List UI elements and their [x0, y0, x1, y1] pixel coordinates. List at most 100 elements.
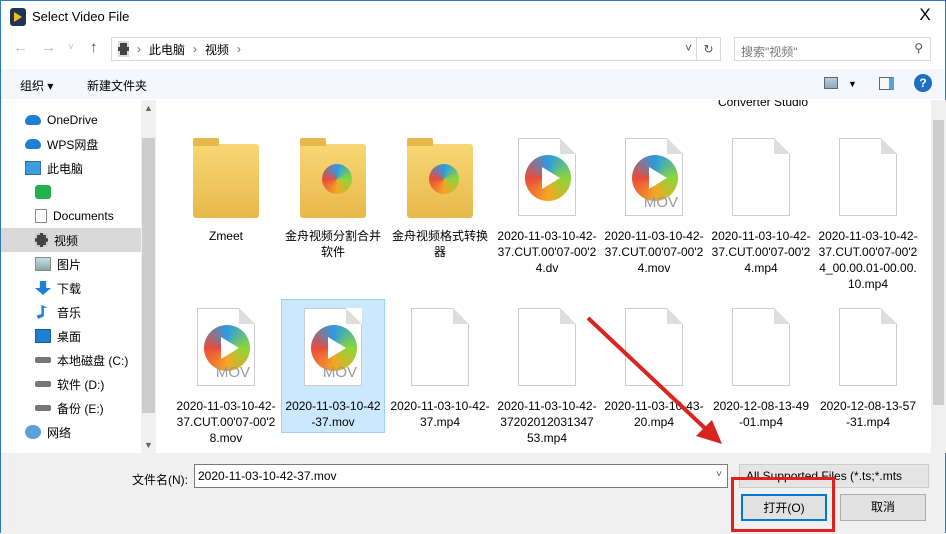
- file-name: 2020-11-03-10-42-37.CUT.00'07-00'28.mov: [176, 399, 276, 445]
- file-item[interactable]: 金舟视频格式转换器: [388, 130, 492, 262]
- network-icon: [25, 425, 41, 439]
- download-icon: [35, 281, 51, 295]
- file-item[interactable]: 2020-12-08-13-57-31.mp4: [816, 300, 920, 432]
- recent-locations-button[interactable]: ˅: [68, 42, 74, 53]
- sidebar-item[interactable]: [1, 180, 141, 204]
- folder-icon: [181, 130, 271, 226]
- music-icon: [36, 305, 48, 319]
- app-icon: [10, 8, 26, 26]
- forward-button[interactable]: →: [41, 39, 56, 56]
- file-icon: [609, 300, 699, 396]
- video-folder-icon: [35, 233, 48, 247]
- search-input[interactable]: 搜索"视频" ⚲: [734, 37, 931, 61]
- sidebar-item-label: 下载: [57, 281, 82, 296]
- file-item[interactable]: Zmeet: [174, 130, 278, 246]
- back-button[interactable]: ←: [13, 39, 28, 56]
- preview-pane-icon[interactable]: [879, 77, 894, 90]
- file-name: 2020-11-03-10-42-3720201203134753.mp4: [497, 399, 597, 445]
- sidebar-item[interactable]: Documents: [1, 204, 141, 228]
- picture-icon: [35, 257, 51, 271]
- chevron-down-icon[interactable]: ˅: [685, 41, 692, 55]
- sidebar-item-label: 本地磁盘 (C:): [57, 353, 129, 368]
- sidebar-item-label: 备份 (E:): [57, 401, 104, 416]
- file-name: 2020-11-03-10-42-37.CUT.00'07-00'24.dv: [497, 229, 597, 275]
- chevron-down-icon[interactable]: ˅: [716, 469, 722, 480]
- file-name: Zmeet: [208, 229, 243, 243]
- cancel-button[interactable]: 取消: [840, 494, 926, 521]
- file-item[interactable]: 2020-11-03-10-42-37.CUT.00'07-00'24_00.0…: [816, 130, 920, 294]
- sidebar-item[interactable]: 本地磁盘 (C:): [1, 348, 141, 372]
- sidebar-item-label: 此电脑: [47, 161, 84, 176]
- help-icon[interactable]: ?: [914, 74, 932, 92]
- sidebar-item[interactable]: 软件 (D:): [1, 372, 141, 396]
- file-icon: [716, 130, 806, 226]
- file-name: Converter Studio: [717, 100, 809, 109]
- file-item[interactable]: 2020-11-03-10-42-3720201203134753.mp4: [495, 300, 599, 448]
- organize-button[interactable]: 组织 ▾: [20, 77, 53, 94]
- file-name: 2020-12-08-13-57-31.mp4: [819, 399, 917, 429]
- filename-input[interactable]: 2020-11-03-10-42-37.mov ˅: [194, 464, 728, 488]
- sidebar-item-label: OneDrive: [47, 113, 98, 127]
- sidebar-item[interactable]: 网络: [1, 420, 141, 444]
- drive-icon: [35, 357, 51, 363]
- sidebar-item[interactable]: 音乐: [1, 300, 141, 324]
- file-item[interactable]: MOV 2020-11-03-10-42-37.CUT.00'07-00'28.m…: [174, 300, 278, 448]
- file-item[interactable]: 2020-12-08-13-49-01.mp4: [709, 300, 813, 432]
- navigation-pane: ▲ ▼ OneDrive WPS网盘此电脑 Documents 视频图片下载音乐桌面本地…: [1, 100, 156, 453]
- sidebar-item-label: 图片: [57, 257, 82, 272]
- file-item[interactable]: 2020-11-03-10-42-37.CUT.00'07-00'24.dv: [495, 130, 599, 278]
- folder-icon: [395, 130, 485, 226]
- sidebar-item[interactable]: 下载: [1, 276, 141, 300]
- file-list: Converter Studio Zmeet 金舟视频分割合并软件 金舟视频格式转换器…: [156, 100, 931, 453]
- sidebar-item[interactable]: 视频: [1, 228, 141, 252]
- sidebar-item-label: 音乐: [57, 305, 82, 320]
- sidebar-item-label: Documents: [53, 209, 114, 223]
- sidebar-item[interactable]: WPS网盘: [1, 132, 141, 156]
- drive-icon: [35, 405, 51, 411]
- cloud-icon: [25, 115, 41, 125]
- search-icon: ⚲: [914, 41, 923, 55]
- drive-icon: [35, 381, 51, 387]
- address-bar[interactable]: › 此电脑 › 视频 › ˅ ↻: [111, 37, 721, 61]
- sidebar-item[interactable]: OneDrive: [1, 108, 141, 132]
- sidebar-item-label: 网络: [47, 425, 72, 440]
- folder-icon: [288, 130, 378, 226]
- up-button[interactable]: ↑: [90, 39, 98, 56]
- file-item[interactable]: 2020-11-03-10-42-37.CUT.00'07-00'24.mp4: [709, 130, 813, 278]
- title-bar: Select Video File X: [1, 1, 945, 33]
- file-name: 金舟视频分割合并软件: [284, 229, 381, 259]
- app-icon: [35, 185, 51, 199]
- sidebar-item[interactable]: 备份 (E:): [1, 396, 141, 420]
- video-file-icon: MOV: [181, 300, 271, 396]
- filename-label: 文件名(N):: [132, 473, 188, 487]
- sidebar-item-label: 桌面: [57, 329, 82, 344]
- sidebar-item[interactable]: 桌面: [1, 324, 141, 348]
- view-dropdown-icon[interactable]: ▼: [848, 79, 857, 89]
- file-item[interactable]: 2020-11-03-10-43-20.mp4: [602, 300, 706, 432]
- view-icon[interactable]: [824, 77, 838, 89]
- breadcrumb-this-pc[interactable]: 此电脑: [149, 41, 185, 58]
- file-item[interactable]: 金舟视频分割合并软件: [281, 130, 385, 262]
- refresh-button[interactable]: ↻: [696, 38, 720, 60]
- video-file-icon: MOV: [288, 300, 378, 396]
- file-item[interactable]: MOV 2020-11-03-10-42-37.CUT.00'07-00'24.m…: [602, 130, 706, 278]
- file-icon: [502, 300, 592, 396]
- file-item[interactable]: Converter Studio: [711, 100, 815, 112]
- file-item[interactable]: MOV 2020-11-03-10-42-37.mov: [281, 299, 385, 433]
- highlight-box: [731, 477, 835, 532]
- file-name: 2020-11-03-10-42-37.CUT.00'07-00'24.mov: [604, 229, 704, 275]
- new-folder-button[interactable]: 新建文件夹: [87, 77, 147, 94]
- file-list-scrollbar[interactable]: [931, 100, 946, 453]
- close-button[interactable]: X: [913, 5, 937, 25]
- sidebar-item[interactable]: 图片: [1, 252, 141, 276]
- sidebar-item-label: WPS网盘: [47, 137, 99, 152]
- sidebar-scrollbar[interactable]: ▲ ▼: [141, 100, 156, 453]
- navigation-bar: ← → ˅ ↑ › 此电脑 › 视频 › ˅ ↻ 搜索"视频" ⚲: [1, 37, 945, 63]
- file-item[interactable]: 2020-11-03-10-42-37.mp4: [388, 300, 492, 432]
- computer-icon: [25, 161, 41, 175]
- breadcrumb-videos[interactable]: 视频: [205, 41, 229, 58]
- sidebar-item[interactable]: 此电脑: [1, 156, 141, 180]
- file-name: 2020-11-03-10-42-37.mp4: [390, 399, 490, 429]
- file-name: 2020-12-08-13-49-01.mp4: [712, 399, 810, 429]
- document-icon: [35, 209, 47, 223]
